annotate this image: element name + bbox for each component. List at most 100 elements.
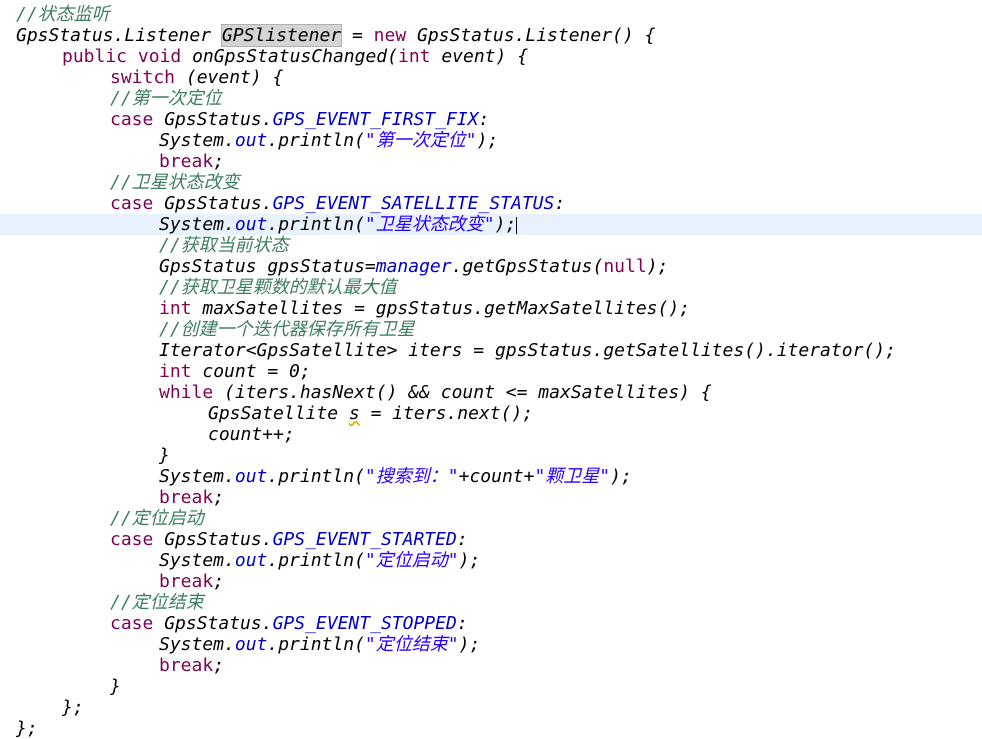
code-text: .println( xyxy=(267,214,365,235)
keyword: int xyxy=(159,298,192,319)
code-text: GpsStatus gpsStatus= xyxy=(159,256,376,277)
keyword: while xyxy=(159,382,213,403)
code-line[interactable]: System.out.println("定位启动"); xyxy=(0,550,982,571)
comment: //创建一个迭代器保存所有卫星 xyxy=(159,319,415,340)
code-text: GpsSatellite xyxy=(208,403,349,424)
code-text: GpsStatus. xyxy=(153,529,272,550)
code-line[interactable]: System.out.println("搜索到："+count+"颗卫星"); xyxy=(0,466,982,487)
comment: //获取当前状态 xyxy=(159,235,289,256)
keyword: case xyxy=(110,193,153,214)
field: out xyxy=(235,466,268,487)
code-line[interactable]: break; xyxy=(0,571,982,592)
highlighted-identifier[interactable]: GPSlistener xyxy=(222,25,341,46)
code-text: maxSatellites = gpsStatus.getMaxSatellit… xyxy=(192,298,691,319)
code-line[interactable]: //获取当前状态 xyxy=(0,235,982,256)
keyword: public xyxy=(62,46,127,67)
code-line[interactable]: break; xyxy=(0,655,982,676)
keyword: break xyxy=(159,151,213,172)
code-line[interactable]: //创建一个迭代器保存所有卫星 xyxy=(0,319,982,340)
code-line[interactable]: break; xyxy=(0,487,982,508)
code-text: count = 0; xyxy=(192,361,311,382)
warning-identifier[interactable]: s xyxy=(349,403,360,424)
code-line[interactable]: case GpsStatus.GPS_EVENT_STARTED: xyxy=(0,529,982,550)
code-text: ; xyxy=(213,655,224,676)
current-code-line[interactable]: System.out.println("卫星状态改变"); xyxy=(0,214,982,235)
keyword: break xyxy=(159,655,213,676)
keyword: int xyxy=(398,46,431,67)
field: out xyxy=(235,550,268,571)
code-line[interactable]: //第一次定位 xyxy=(0,88,982,109)
code-text: = xyxy=(341,25,374,46)
code-line[interactable]: while (iters.hasNext() && count <= maxSa… xyxy=(0,382,982,403)
code-text: .println( xyxy=(267,634,365,655)
code-text: ); xyxy=(459,634,481,655)
code-line[interactable]: } xyxy=(0,445,982,466)
code-line[interactable]: switch (event) { xyxy=(0,67,982,88)
code-text: ; xyxy=(213,487,224,508)
field: out xyxy=(235,214,268,235)
code-text: ); xyxy=(477,130,499,151)
code-line[interactable]: GpsSatellite s = iters.next(); xyxy=(0,403,982,424)
code-line[interactable]: //定位结束 xyxy=(0,592,982,613)
code-text: = iters.next(); xyxy=(360,403,533,424)
code-line[interactable]: //获取卫星颗数的默认最大值 xyxy=(0,277,982,298)
code-line[interactable]: }; xyxy=(0,697,982,718)
code-line[interactable]: case GpsStatus.GPS_EVENT_FIRST_FIX: xyxy=(0,109,982,130)
field: out xyxy=(235,130,268,151)
code-text: .println( xyxy=(267,466,365,487)
comment: //定位启动 xyxy=(110,508,204,529)
code-line[interactable]: System.out.println("第一次定位"); xyxy=(0,130,982,151)
code-line[interactable]: GpsStatus gpsStatus=manager.getGpsStatus… xyxy=(0,256,982,277)
string-literal: "第一次定位" xyxy=(365,130,477,151)
code-text: GpsStatus. xyxy=(153,109,272,130)
code-line[interactable]: public void onGpsStatusChanged(int event… xyxy=(0,46,982,67)
code-line[interactable]: count++; xyxy=(0,424,982,445)
code-text: } xyxy=(110,676,121,697)
comment: //卫星状态改变 xyxy=(110,172,240,193)
code-text: .println( xyxy=(267,550,365,571)
code-text: (event) { xyxy=(175,67,283,88)
code-text: : xyxy=(478,109,489,130)
code-text: }; xyxy=(16,718,38,739)
keyword: null xyxy=(603,256,646,277)
code-text: onGpsStatusChanged( xyxy=(181,46,398,67)
code-text: (iters.hasNext() && count <= maxSatellit… xyxy=(213,382,712,403)
string-literal: "搜索到：" xyxy=(365,466,459,487)
code-line[interactable]: //定位启动 xyxy=(0,508,982,529)
code-text: System. xyxy=(159,550,235,571)
code-line[interactable]: //卫星状态改变 xyxy=(0,172,982,193)
code-text: ; xyxy=(213,151,224,172)
code-line[interactable]: }; xyxy=(0,718,982,739)
text-caret xyxy=(516,217,517,234)
constant: GPS_EVENT_STOPPED xyxy=(273,613,457,634)
code-line[interactable]: int maxSatellites = gpsStatus.getMaxSate… xyxy=(0,298,982,319)
code-text: GpsStatus. xyxy=(153,193,272,214)
keyword: int xyxy=(159,361,192,382)
code-text: ); xyxy=(495,214,517,235)
code-text: .getGpsStatus( xyxy=(452,256,604,277)
code-line[interactable]: GpsStatus.Listener GPSlistener = new Gps… xyxy=(0,25,982,46)
code-line[interactable]: System.out.println("定位结束"); xyxy=(0,634,982,655)
code-text: count++; xyxy=(208,424,295,445)
field: manager xyxy=(376,256,452,277)
code-text: System. xyxy=(159,634,235,655)
code-line[interactable]: //状态监听 xyxy=(0,4,982,25)
code-line[interactable]: Iterator<GpsSatellite> iters = gpsStatus… xyxy=(0,340,982,361)
code-line[interactable]: case GpsStatus.GPS_EVENT_SATELLITE_STATU… xyxy=(0,193,982,214)
code-text: ); xyxy=(610,466,632,487)
code-text: GpsStatus.Listener() { xyxy=(406,25,655,46)
comment: //状态监听 xyxy=(16,4,110,25)
code-text: : xyxy=(457,613,468,634)
keyword: case xyxy=(110,613,153,634)
code-line[interactable]: int count = 0; xyxy=(0,361,982,382)
code-line[interactable]: } xyxy=(0,676,982,697)
string-literal: "卫星状态改变" xyxy=(365,214,495,235)
code-text: ; xyxy=(213,571,224,592)
code-text: System. xyxy=(159,130,235,151)
code-line[interactable]: case GpsStatus.GPS_EVENT_STOPPED: xyxy=(0,613,982,634)
code-line[interactable]: break; xyxy=(0,151,982,172)
code-text: .println( xyxy=(267,130,365,151)
keyword: new xyxy=(374,25,407,46)
code-editor[interactable]: //状态监听 GpsStatus.Listener GPSlistener = … xyxy=(0,0,982,739)
constant: GPS_EVENT_SATELLITE_STATUS xyxy=(273,193,555,214)
